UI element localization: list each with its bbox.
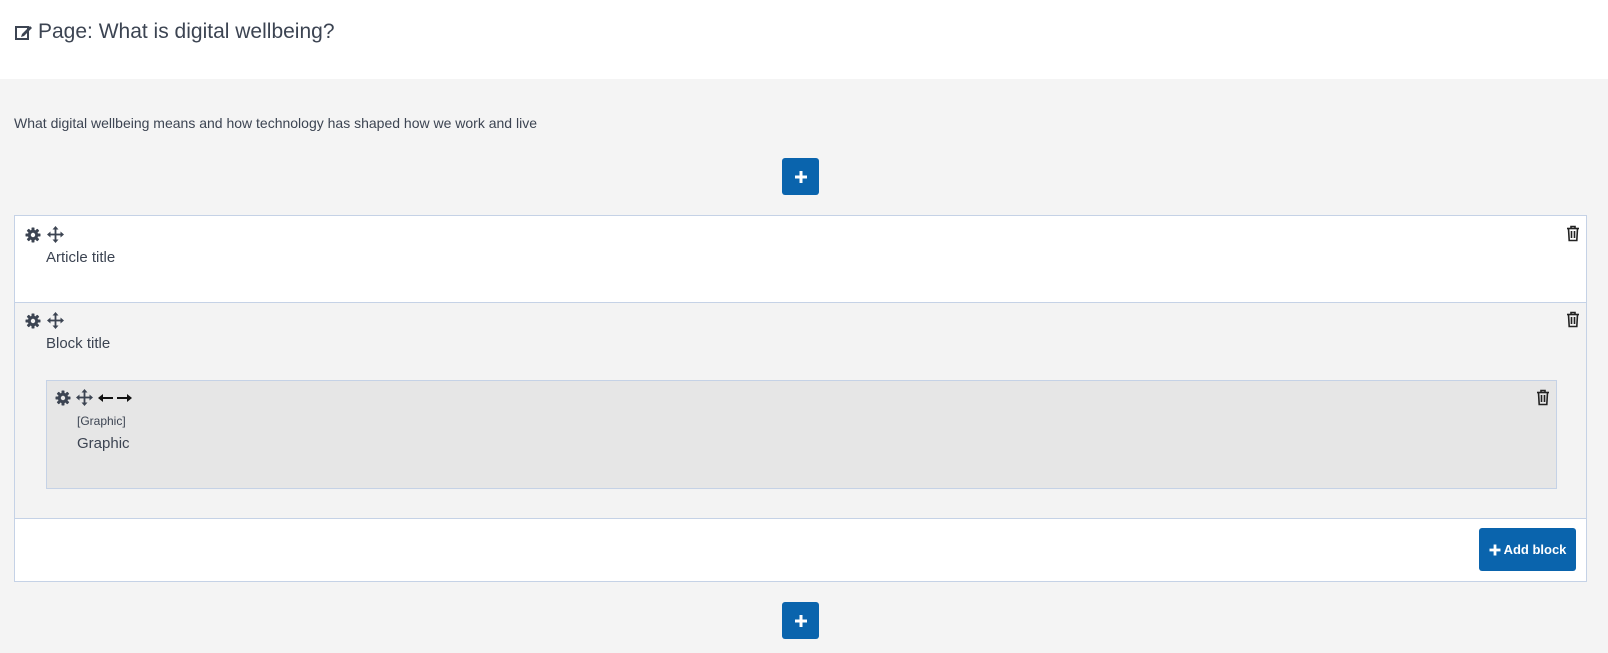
trash-icon[interactable] <box>1566 311 1580 328</box>
block-container: Block title [Graphic] Graphic <box>15 303 1586 519</box>
article-container: Article title Block title [Graphic] Grap… <box>14 215 1587 582</box>
gear-icon[interactable] <box>25 313 41 329</box>
left-right-arrows-icon[interactable] <box>98 391 132 405</box>
block-tools <box>25 312 64 329</box>
add-article-button[interactable] <box>782 602 819 639</box>
component-container: [Graphic] Graphic <box>46 380 1557 489</box>
edit-icon <box>15 26 32 40</box>
block-title: Block title <box>46 335 111 352</box>
move-icon[interactable] <box>47 226 64 243</box>
gear-icon[interactable] <box>25 227 41 243</box>
add-block-button[interactable]: Add block <box>1479 528 1576 571</box>
page-header: Page: What is digital wellbeing? <box>0 0 1608 79</box>
plus-icon <box>794 614 807 627</box>
trash-icon[interactable] <box>1566 225 1580 242</box>
component-tools <box>55 389 132 406</box>
page-description: What digital wellbeing means and how tec… <box>14 115 537 131</box>
article-footer: Add block <box>15 519 1586 581</box>
move-icon[interactable] <box>76 389 93 406</box>
page-title-text: Page: What is digital wellbeing? <box>38 20 335 43</box>
add-block-label: Add block <box>1503 542 1567 557</box>
move-icon[interactable] <box>47 312 64 329</box>
plus-icon <box>1489 544 1501 555</box>
gear-icon[interactable] <box>55 390 71 406</box>
article-tools <box>25 226 64 243</box>
add-article-button[interactable] <box>782 158 819 195</box>
trash-icon[interactable] <box>1536 389 1550 406</box>
plus-icon <box>794 170 807 183</box>
article-header: Article title <box>15 216 1586 303</box>
component-type: [Graphic] <box>77 414 126 428</box>
page-title: Page: What is digital wellbeing? <box>14 20 335 44</box>
component-title: Graphic <box>77 435 130 452</box>
article-title: Article title <box>46 249 116 266</box>
